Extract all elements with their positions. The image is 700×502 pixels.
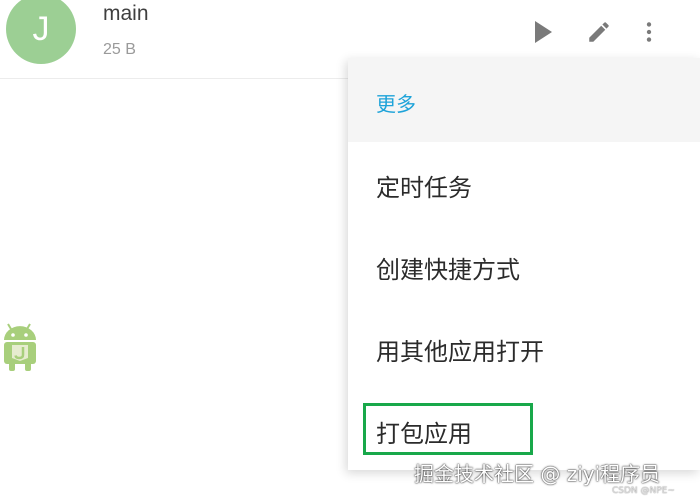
menu-header-label: 更多 bbox=[376, 92, 416, 116]
highlight-box bbox=[363, 403, 533, 455]
more-menu: 更多 定时任务 创建快捷方式 用其他应用打开 打包应用 bbox=[348, 58, 700, 470]
menu-item-create-shortcut[interactable]: 创建快捷方式 bbox=[348, 224, 700, 306]
menu-item-label: 创建快捷方式 bbox=[376, 256, 520, 284]
menu-header: 更多 bbox=[348, 58, 700, 142]
run-button[interactable] bbox=[529, 18, 557, 46]
file-size: 25 B bbox=[103, 41, 136, 58]
menu-item-label: 定时任务 bbox=[376, 174, 472, 202]
avatar: J bbox=[6, 0, 76, 64]
more-vert-icon bbox=[646, 22, 652, 42]
watermark-small: CSDN @NPE~ bbox=[612, 486, 675, 496]
watermark: 掘金技术社区 @ ziyi程序员 bbox=[414, 462, 661, 486]
android-app-icon bbox=[4, 323, 36, 371]
more-options-button[interactable] bbox=[635, 18, 663, 46]
pencil-icon bbox=[589, 22, 609, 42]
menu-item-open-with[interactable]: 用其他应用打开 bbox=[348, 306, 700, 388]
menu-item-scheduled-task[interactable]: 定时任务 bbox=[348, 142, 700, 224]
menu-item-label: 用其他应用打开 bbox=[376, 338, 544, 366]
edit-button[interactable] bbox=[585, 18, 613, 46]
play-icon bbox=[535, 21, 552, 43]
file-name: main bbox=[103, 2, 149, 25]
